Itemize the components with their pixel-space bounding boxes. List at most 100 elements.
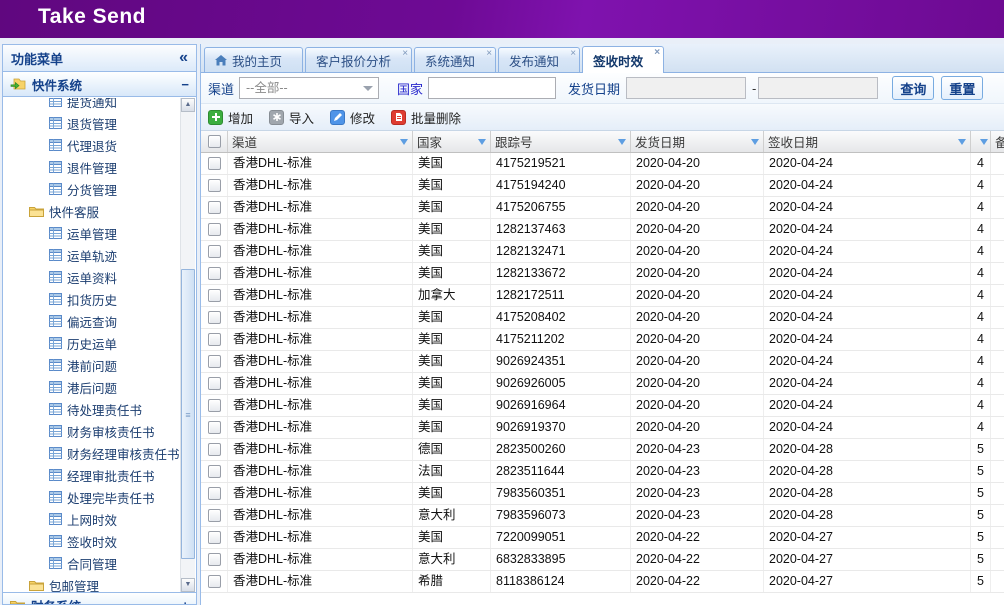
collapse-sidebar-icon[interactable]: « [179,49,188,67]
sidebar-tree-item[interactable]: 港前问题 [3,354,181,376]
sort-arrow-icon[interactable] [400,139,408,145]
sort-arrow-icon[interactable] [478,139,486,145]
tab[interactable]: 我的主页 [204,47,303,72]
column-header[interactable]: 渠道 [228,131,413,152]
sidebar-tree-item[interactable]: 退货管理 [3,112,181,134]
column-header[interactable]: 签收日期 [764,131,971,152]
column-header[interactable]: 备注 [991,131,1004,152]
sidebar-scrollbar[interactable]: ▲ ≡ ▼ [180,98,195,592]
scroll-up-button[interactable]: ▲ [181,98,195,112]
table-row[interactable]: 香港DHL-标准 希腊 8118386124 2020-04-22 2020-0… [201,571,1004,593]
sidebar-tree-item[interactable]: 财务经理审核责任书 [3,442,181,464]
sidebar-tree-item[interactable]: 分货管理 [3,178,181,200]
accordion-section-express[interactable]: 快件系统 − [3,72,196,97]
table-row[interactable]: 香港DHL-标准 美国 9026919370 2020-04-20 2020-0… [201,417,1004,439]
row-checkbox[interactable] [208,487,221,500]
ship-date-from-input[interactable] [626,77,746,99]
tab-close-icon[interactable]: × [402,48,408,59]
accordion-section-finance[interactable]: 财务系统 + [3,592,196,605]
sidebar-tree-item[interactable]: 代理退货 [3,134,181,156]
sidebar-tree-item[interactable]: 处理完毕责任书 [3,486,181,508]
section-expand-icon[interactable]: + [181,598,189,605]
column-header[interactable]: 国家 [413,131,491,152]
table-row[interactable]: 香港DHL-标准 美国 4175206755 2020-04-20 2020-0… [201,197,1004,219]
row-checkbox[interactable] [208,399,221,412]
table-row[interactable]: 香港DHL-标准 美国 4175219521 2020-04-20 2020-0… [201,153,1004,175]
table-row[interactable]: 香港DHL-标准 德国 2823500260 2020-04-23 2020-0… [201,439,1004,461]
chevron-down-icon[interactable] [363,86,373,91]
sidebar-tree-item[interactable]: 偏远查询 [3,310,181,332]
sidebar-tree-item[interactable]: 历史运单 [3,332,181,354]
row-checkbox[interactable] [208,553,221,566]
row-checkbox[interactable] [208,531,221,544]
sidebar-tree-item[interactable]: 港后问题 [3,376,181,398]
reset-button[interactable]: 重置 [941,76,983,100]
column-header[interactable]: 发货日期 [631,131,764,152]
sort-arrow-icon[interactable] [980,139,988,145]
row-checkbox[interactable] [208,575,221,588]
row-checkbox[interactable] [208,223,221,236]
table-row[interactable]: 香港DHL-标准 美国 9026926005 2020-04-20 2020-0… [201,373,1004,395]
row-checkbox[interactable] [208,267,221,280]
add-button[interactable]: 增加 [208,108,253,127]
tab-close-icon[interactable]: × [570,48,576,59]
table-row[interactable]: 香港DHL-标准 美国 7220099051 2020-04-22 2020-0… [201,527,1004,549]
column-header[interactable]: 跟踪号 [491,131,631,152]
sort-arrow-icon[interactable] [618,139,626,145]
row-checkbox[interactable] [208,443,221,456]
sidebar-tree-item[interactable]: 运单轨迹 [3,244,181,266]
tab[interactable]: 签收时效 × [582,46,664,73]
country-input[interactable] [428,77,556,99]
sort-arrow-icon[interactable] [958,139,966,145]
row-checkbox[interactable] [208,465,221,478]
table-row[interactable]: 香港DHL-标准 法国 2823511644 2020-04-23 2020-0… [201,461,1004,483]
row-checkbox[interactable] [208,201,221,214]
row-checkbox[interactable] [208,421,221,434]
batch-delete-button[interactable]: 批量删除 [391,108,461,127]
select-all-checkbox[interactable] [208,135,221,148]
column-header[interactable] [201,131,228,152]
sidebar-tree-item[interactable]: 签收时效 [3,530,181,552]
section-collapse-icon[interactable]: − [181,77,189,92]
table-row[interactable]: 香港DHL-标准 美国 4175194240 2020-04-20 2020-0… [201,175,1004,197]
column-header[interactable] [971,131,991,152]
scroll-down-button[interactable]: ▼ [181,578,195,592]
tab[interactable]: 发布通知 × [498,47,580,72]
row-checkbox[interactable] [208,289,221,302]
ship-date-to-input[interactable] [758,77,878,99]
table-row[interactable]: 香港DHL-标准 美国 7983560351 2020-04-23 2020-0… [201,483,1004,505]
sidebar-tree-item[interactable]: 上网时效 [3,508,181,530]
tab-close-icon[interactable]: × [654,47,660,58]
table-row[interactable]: 香港DHL-标准 美国 9026916964 2020-04-20 2020-0… [201,395,1004,417]
sidebar-tree-item[interactable]: 经理审批责任书 [3,464,181,486]
tab[interactable]: 客户报价分析 × [305,47,412,72]
table-row[interactable]: 香港DHL-标准 加拿大 1282172511 2020-04-20 2020-… [201,285,1004,307]
edit-button[interactable]: 修改 [330,108,375,127]
row-checkbox[interactable] [208,157,221,170]
row-checkbox[interactable] [208,179,221,192]
row-checkbox[interactable] [208,377,221,390]
sidebar-tree-item[interactable]: 合同管理 [3,552,181,574]
table-row[interactable]: 香港DHL-标准 美国 4175211202 2020-04-20 2020-0… [201,329,1004,351]
sidebar-tree-item[interactable]: 提货通知 [3,98,181,112]
table-row[interactable]: 香港DHL-标准 美国 1282137463 2020-04-20 2020-0… [201,219,1004,241]
channel-select[interactable]: --全部-- [239,77,379,99]
sidebar-tree-item[interactable]: 运单资料 [3,266,181,288]
scrollbar-thumb[interactable]: ≡ [181,269,195,559]
table-row[interactable]: 香港DHL-标准 美国 4175208402 2020-04-20 2020-0… [201,307,1004,329]
sidebar-tree-item[interactable]: 运单管理 [3,222,181,244]
sidebar-tree-item[interactable]: 退件管理 [3,156,181,178]
row-checkbox[interactable] [208,311,221,324]
table-row[interactable]: 香港DHL-标准 意大利 7983596073 2020-04-23 2020-… [201,505,1004,527]
import-button[interactable]: 导入 [269,108,314,127]
table-row[interactable]: 香港DHL-标准 美国 9026924351 2020-04-20 2020-0… [201,351,1004,373]
row-checkbox[interactable] [208,355,221,368]
tab-close-icon[interactable]: × [486,48,492,59]
tab[interactable]: 系统通知 × [414,47,496,72]
table-row[interactable]: 香港DHL-标准 意大利 6832833895 2020-04-22 2020-… [201,549,1004,571]
search-button[interactable]: 查询 [892,76,934,100]
row-checkbox[interactable] [208,333,221,346]
sidebar-tree-item[interactable]: 扣货历史 [3,288,181,310]
sort-arrow-icon[interactable] [751,139,759,145]
row-checkbox[interactable] [208,245,221,258]
